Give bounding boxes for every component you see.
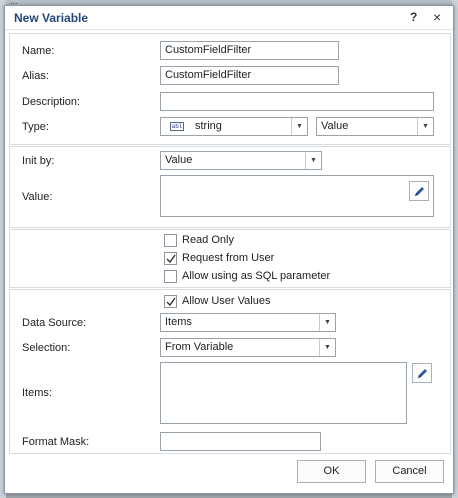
allow-sql-parameter-label: Allow using as SQL parameter — [182, 270, 331, 282]
allow-user-values-checkbox[interactable] — [164, 295, 177, 308]
section-options: Read Only Request from User Allow using … — [9, 229, 451, 288]
help-button[interactable]: ? — [410, 10, 417, 24]
read-only-checkbox[interactable] — [164, 234, 177, 247]
allow-sql-parameter-checkbox[interactable] — [164, 270, 177, 283]
chevron-down-icon[interactable]: ▼ — [291, 118, 307, 135]
chevron-down-icon[interactable]: ▼ — [319, 314, 335, 331]
chevron-down-icon[interactable]: ▼ — [319, 339, 335, 356]
name-label: Name: — [22, 45, 55, 57]
data-source-label: Data Source: — [22, 317, 87, 329]
selection-label: Selection: — [22, 342, 71, 354]
selection-select[interactable]: From Variable ▼ — [160, 338, 336, 357]
section-init: Init by: Value ▼ Value: — [9, 146, 451, 228]
type-kind-select[interactable]: Value ▼ — [316, 117, 434, 136]
name-input[interactable]: CustomFieldFilter — [160, 41, 339, 60]
type-select[interactable]: abl string ▼ — [160, 117, 308, 136]
items-textarea[interactable] — [160, 362, 407, 424]
edit-value-button[interactable] — [409, 181, 429, 201]
request-from-user-label: Request from User — [182, 252, 275, 264]
type-select-value: string — [195, 120, 222, 132]
pencil-icon — [418, 369, 427, 378]
type-label: Type: — [22, 121, 49, 133]
close-button[interactable]: × — [433, 9, 441, 25]
request-from-user-checkbox[interactable] — [164, 252, 177, 265]
data-source-value: Items — [165, 316, 192, 328]
edit-items-button[interactable] — [412, 363, 432, 383]
dialog-title: New Variable — [14, 11, 89, 25]
value-label: Value: — [22, 191, 53, 203]
allow-user-values-label: Allow User Values — [182, 295, 271, 307]
ok-button[interactable]: OK — [297, 460, 366, 483]
format-mask-input[interactable] — [160, 432, 321, 451]
value-textarea[interactable] — [160, 175, 434, 217]
section-basic: Name: CustomFieldFilter Alias: CustomFie… — [9, 33, 451, 145]
string-type-icon: abl — [170, 122, 184, 131]
alias-input[interactable]: CustomFieldFilter — [160, 66, 339, 85]
checkmark-icon — [166, 297, 176, 307]
init-by-label: Init by: — [22, 155, 55, 167]
pencil-icon — [415, 187, 424, 196]
selection-value: From Variable — [165, 341, 234, 353]
checkmark-icon — [166, 254, 176, 264]
dialog-titlebar: New Variable ? × — [5, 6, 453, 30]
items-label: Items: — [22, 387, 52, 399]
chevron-down-icon[interactable]: ▼ — [417, 118, 433, 135]
type-kind-value: Value — [321, 120, 349, 132]
description-label: Description: — [22, 96, 81, 108]
data-source-select[interactable]: Items ▼ — [160, 313, 336, 332]
alias-label: Alias: — [22, 70, 49, 82]
format-mask-label: Format Mask: — [22, 436, 90, 448]
section-user-values: Allow User Values Data Source: Items ▼ S… — [9, 289, 451, 454]
init-by-value: Value — [165, 154, 193, 166]
chevron-down-icon[interactable]: ▼ — [305, 152, 321, 169]
new-variable-dialog: New Variable ? × Name: CustomFieldFilter… — [4, 5, 454, 494]
read-only-label: Read Only — [182, 234, 234, 246]
init-by-select[interactable]: Value ▼ — [160, 151, 322, 170]
description-input[interactable] — [160, 92, 434, 111]
cancel-button[interactable]: Cancel — [375, 460, 444, 483]
